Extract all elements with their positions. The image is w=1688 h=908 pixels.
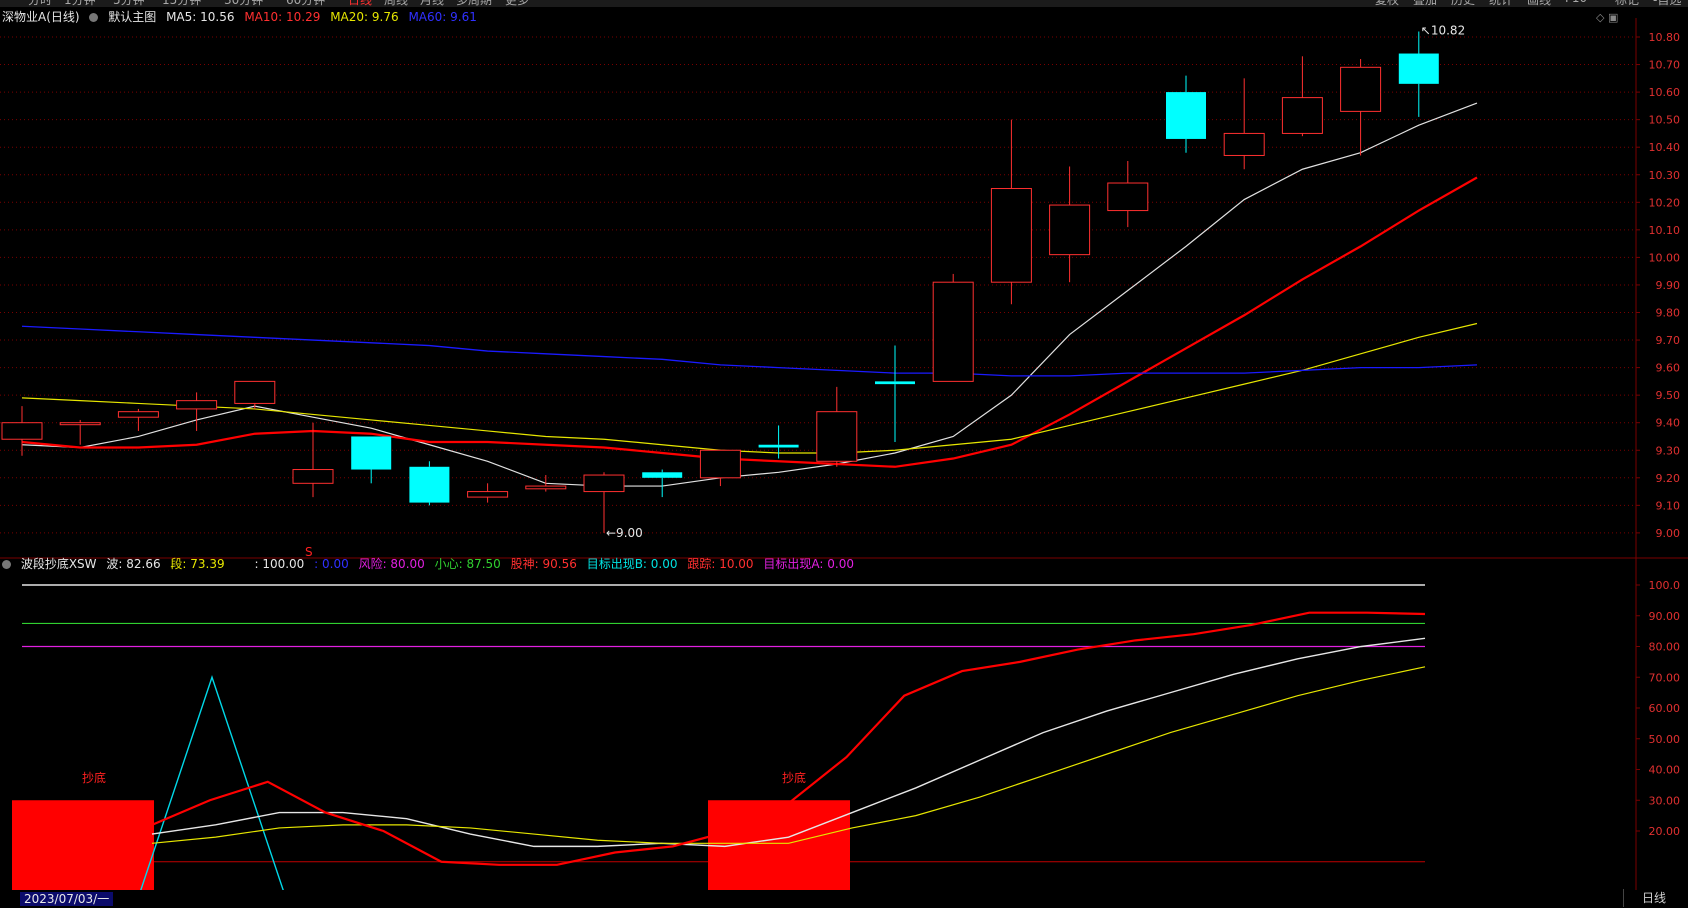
price-tick-label: 10.80 [1649,31,1681,44]
ma-line-ma60 [21,325,1478,377]
price-tick-label: 10.60 [1649,86,1681,99]
price-tick-label: 10.00 [1649,251,1681,264]
low-price-label: ←9.00 [606,526,643,540]
ma-line-ma5 [21,102,1478,487]
candle-body [816,411,858,462]
indicator-tick-label: 80.00 [1649,641,1681,654]
candle-body [1107,182,1149,212]
candle-body [1281,97,1323,134]
candle-body [875,381,915,385]
date-badge: 2023/07/03/一 [20,892,114,906]
candle-body [351,436,392,470]
candle-body [642,472,683,478]
candle-body [292,469,334,484]
indicator-tick-label: 90.00 [1649,610,1681,623]
indicator-tick-label: 70.00 [1649,671,1681,684]
price-tick-label: 9.10 [1656,499,1681,512]
candle-body [583,474,625,493]
candle-body [1398,53,1439,84]
price-tick-label: 9.70 [1656,334,1681,347]
signal-label: 抄底 [82,770,106,785]
price-tick-label: 10.40 [1649,141,1681,154]
indicator-tick-label: 20.00 [1649,825,1681,838]
indicator-tick-label: 50.00 [1649,733,1681,746]
indicator-tick-label: 30.00 [1649,794,1681,807]
candle-body [234,380,276,404]
indicator-tick-label: 40.00 [1649,764,1681,777]
candle-body [699,449,741,479]
candle-body [117,411,159,418]
price-tick-label: 9.80 [1656,307,1681,320]
candle-body [525,485,567,490]
candle-body [932,281,974,382]
price-tick-label: 10.30 [1649,169,1681,182]
candle-body [409,466,450,503]
price-tick-label: 9.50 [1656,389,1681,402]
price-tick-label: 9.90 [1656,279,1681,292]
candle-body [59,422,101,426]
high-price-label: ↖10.82 [1421,23,1465,37]
signal-block [12,800,154,890]
price-tick-label: 9.20 [1656,472,1681,485]
price-tick-label: 10.20 [1649,196,1681,209]
candle-body [467,491,509,498]
price-tick-label: 9.60 [1656,362,1681,375]
indicator-tick-label: 100.0 [1649,579,1681,592]
ma-line-ma10 [21,176,1478,468]
signal-label: 抄底 [782,770,806,785]
candle-body [1,422,43,440]
candle-body [1166,92,1206,139]
indicator-chart[interactable]: 100.0 90.00 80.00 70.00 60.00 50.00 40.00 30.00… [0,560,1688,890]
price-tick-label: 9.30 [1656,444,1681,457]
candle-body [176,400,218,410]
candle-body [1340,66,1382,112]
indicator-tick-label: 60.00 [1649,702,1681,715]
period-button[interactable]: 日线 [1623,889,1684,907]
price-tick-label: 10.10 [1649,224,1681,237]
main-chart[interactable]: 10.80 10.70 10.60 10.50 10.40 10.30 10.20 10.10… [0,0,1688,560]
price-tick-label: 9.40 [1656,417,1681,430]
price-tick-label: 9.00 [1656,527,1681,540]
candle-body [1223,132,1265,156]
candle-body [758,444,799,448]
candle-body [990,188,1032,283]
price-tick-label: 10.50 [1649,114,1681,127]
candle-body [1049,204,1091,256]
price-tick-label: 10.70 [1649,59,1681,72]
